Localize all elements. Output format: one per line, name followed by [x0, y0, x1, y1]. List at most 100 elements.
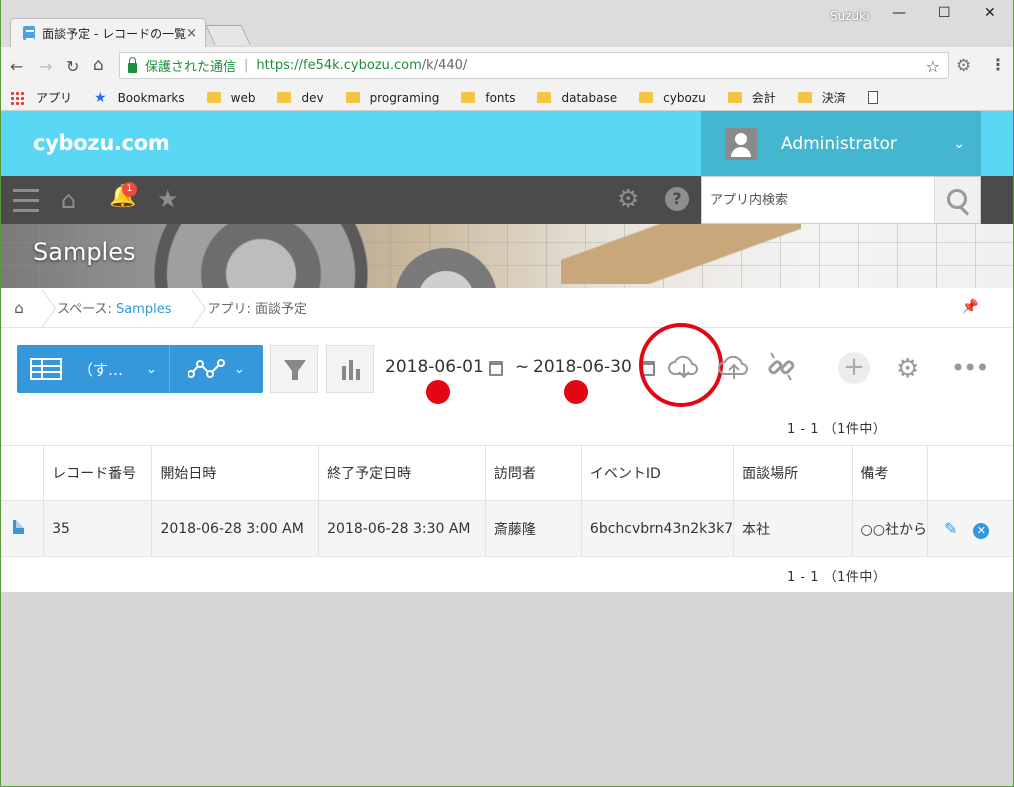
date-to[interactable]: 2018-06-30: [533, 357, 632, 377]
folder-icon: [345, 92, 360, 103]
page-icon: [867, 91, 878, 104]
close-window-icon[interactable]: ✕: [984, 5, 996, 21]
breadcrumb-separator: [187, 288, 199, 328]
user-name: Administrator: [781, 133, 897, 154]
bookmark-label: database: [561, 90, 618, 105]
bookmark-dev[interactable]: dev: [277, 90, 324, 105]
pagination-top: 1 - 1 （1件中）: [787, 422, 887, 437]
browser-titlebar: 面談予定 - レコードの一覧 × Suzuki — ☐ ✕: [0, 0, 1014, 47]
gear-icon[interactable]: ⚙: [617, 184, 639, 213]
minimize-icon[interactable]: —: [892, 5, 906, 21]
browser-tab[interactable]: 面談予定 - レコードの一覧 ×: [10, 18, 206, 47]
folder-icon: [537, 92, 552, 103]
column-header[interactable]: 備考: [852, 445, 928, 501]
chevron-down-icon[interactable]: ⌄: [146, 362, 157, 377]
app-favicon-icon: [23, 26, 36, 40]
search-input[interactable]: [702, 177, 934, 223]
view-name[interactable]: （す…: [78, 359, 138, 380]
pin-icon[interactable]: 📌: [962, 299, 979, 315]
filter-button[interactable]: [270, 345, 318, 393]
bookmarks-bar: アプリ ★ Bookmarks web dev programing fonts …: [0, 85, 1014, 111]
folder-icon: [277, 92, 292, 103]
url-separator: |: [244, 58, 249, 73]
secure-label: 保護された通信: [145, 60, 237, 75]
user-menu[interactable]: Administrator ⌄: [701, 111, 981, 176]
cloud-upload-icon[interactable]: [717, 352, 751, 382]
url-path: /k/440/: [421, 58, 468, 73]
bookmark-apps[interactable]: アプリ: [10, 89, 72, 106]
column-header[interactable]: 終了予定日時: [318, 445, 486, 501]
folder-icon: [639, 92, 654, 103]
bookmark-web[interactable]: web: [206, 91, 255, 105]
url-field[interactable]: 保護された通信 | https://fe54k.cybozu.com /k/44…: [119, 52, 949, 79]
app-search: [701, 176, 981, 224]
home-icon[interactable]: ⌂: [61, 186, 76, 214]
bookmark-star-icon[interactable]: ☆: [926, 57, 940, 76]
bookmark-label: programing: [369, 90, 440, 105]
add-record-button[interactable]: +: [838, 352, 870, 384]
graph-button[interactable]: [326, 345, 374, 393]
column-header[interactable]: 面談場所: [733, 445, 853, 501]
bookmark-label: dev: [301, 90, 324, 105]
chevron-down-icon[interactable]: ⌄: [234, 362, 245, 377]
breadcrumb-app-name: 面談予定: [255, 302, 308, 317]
column-header[interactable]: 開始日時: [151, 445, 320, 501]
bookmark-label: Bookmarks: [117, 90, 185, 105]
breadcrumb-app: アプリ: 面談予定: [199, 298, 323, 317]
cybozu-logo[interactable]: cybozu.com: [33, 131, 170, 155]
chart-icon: [342, 360, 360, 380]
gear-icon[interactable]: ⚙: [896, 354, 919, 384]
favorites-star-icon[interactable]: ★: [157, 185, 179, 213]
forward-icon[interactable]: →: [39, 57, 52, 76]
browser-profile-name[interactable]: Suzuki: [830, 9, 869, 23]
column-header[interactable]: レコード番号: [43, 445, 153, 501]
view-divider: [168, 345, 170, 393]
bookmark-label: 会計: [751, 91, 776, 105]
unlink-icon[interactable]: [765, 350, 797, 384]
bookmark-programing[interactable]: programing: [345, 90, 440, 105]
edit-icon[interactable]: ✎: [944, 519, 957, 538]
delete-icon[interactable]: ✕: [973, 522, 990, 539]
cell-event-id: 6bchcvbrn43n2k3k7: [581, 500, 735, 557]
annotation-circle: [639, 323, 723, 407]
folder-icon: [461, 92, 476, 103]
column-header[interactable]: 訪問者: [485, 445, 582, 501]
calendar-icon[interactable]: [489, 361, 503, 376]
new-tab-button[interactable]: [205, 25, 251, 45]
cell-visitor: 斎藤隆: [485, 500, 582, 557]
view-selector: （す… ⌄ ⌄: [17, 345, 263, 393]
graph-view-icon[interactable]: [187, 358, 228, 380]
column-header[interactable]: イベントID: [581, 445, 735, 501]
home-page-icon[interactable]: ⌂: [93, 55, 104, 75]
bookmark-database[interactable]: database: [537, 91, 617, 105]
bookmark-kessai[interactable]: 決済: [797, 89, 846, 106]
bookmark-fonts[interactable]: fonts: [461, 91, 515, 105]
filter-icon: [284, 360, 306, 380]
back-icon[interactable]: ←: [10, 57, 23, 76]
bookmark-bookmarks[interactable]: ★ Bookmarks: [94, 90, 185, 106]
reload-icon[interactable]: ↻: [66, 57, 79, 76]
annotation-dot: [426, 380, 450, 404]
extension-icon[interactable]: ⚙: [956, 56, 971, 76]
pagination-bottom: 1 - 1 （1件中）: [787, 570, 887, 585]
date-from[interactable]: 2018-06-01: [385, 357, 484, 377]
hamburger-icon[interactable]: [13, 189, 39, 212]
bookmark-page[interactable]: [867, 91, 878, 104]
tab-close-icon[interactable]: ×: [186, 26, 197, 41]
help-icon[interactable]: ?: [665, 187, 689, 211]
more-icon[interactable]: •••: [951, 354, 989, 382]
browser-menu-icon[interactable]: ⋮: [990, 55, 1006, 74]
record-detail-link[interactable]: [1, 500, 45, 557]
breadcrumb-space: スペース: Samples: [49, 298, 187, 317]
cell-note: ○○社から: [852, 500, 928, 557]
document-icon: [13, 519, 24, 534]
column-header-icon: [1, 445, 45, 501]
tab-title: 面談予定 - レコードの一覧: [42, 26, 187, 41]
search-icon[interactable]: [934, 177, 980, 223]
space-banner: Samples: [1, 224, 1013, 288]
bookmark-cybozu[interactable]: cybozu: [639, 91, 706, 105]
maximize-icon[interactable]: ☐: [938, 5, 951, 21]
breadcrumb-space-link[interactable]: Samples: [116, 302, 172, 317]
table-view-icon[interactable]: [30, 358, 62, 380]
bookmark-kaikei[interactable]: 会計: [727, 89, 776, 106]
